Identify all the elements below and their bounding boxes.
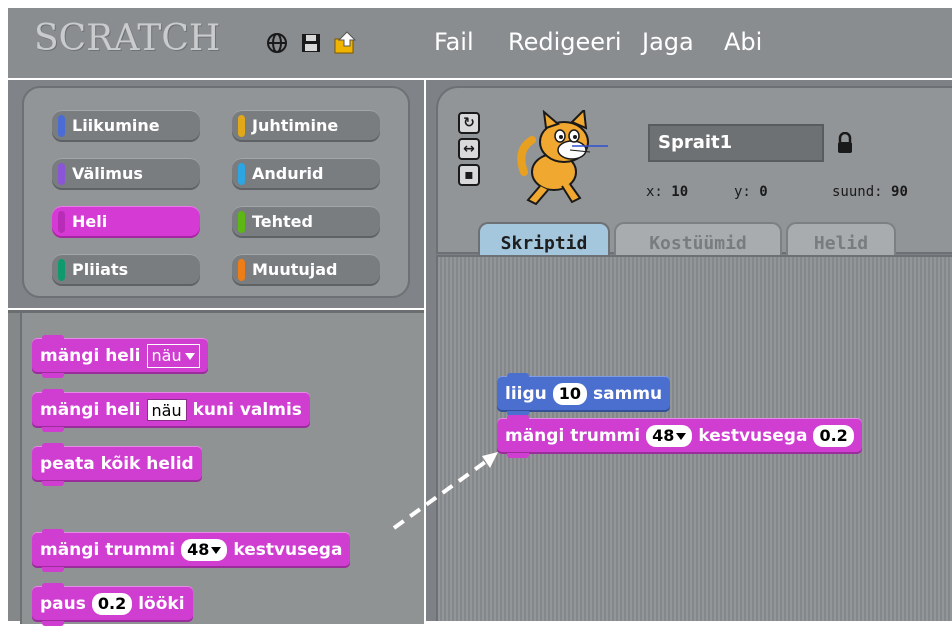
drag-arrow-icon (392, 452, 498, 530)
